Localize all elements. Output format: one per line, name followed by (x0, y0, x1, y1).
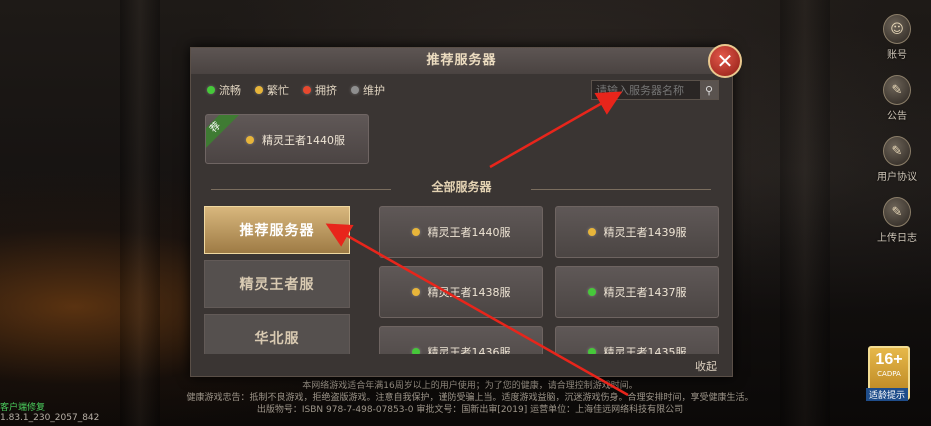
status-legend: 流畅 繁忙 拥挤 维护 (207, 82, 385, 98)
server-item[interactable]: 精灵王者1438服 (379, 266, 543, 318)
agreement-icon: ✎ (883, 136, 911, 166)
status-dot-maintenance (351, 86, 359, 94)
status-dot-smooth (587, 288, 596, 296)
server-group-tabs: 推荐服务器 精灵王者服 华北服 (191, 206, 361, 354)
tab-north-china-servers[interactable]: 华北服 (204, 314, 350, 354)
legend-label: 拥挤 (315, 84, 337, 97)
upload-log-icon: ✎ (883, 197, 911, 227)
server-name: 精灵王者1440服 (262, 134, 345, 147)
recommended-ribbon: 荐 (206, 115, 241, 153)
server-name: 精灵王者1438服 (427, 286, 511, 299)
server-name: 精灵王者1435服 (603, 346, 687, 354)
tab-elf-king-servers[interactable]: 精灵王者服 (204, 260, 350, 308)
server-name: 精灵王者1439服 (603, 226, 687, 239)
status-dot-busy (255, 86, 263, 94)
side-item-notice[interactable]: ✎ 公告 (867, 75, 927, 122)
server-list: 精灵王者1440服 精灵王者1439服 精灵王者1438服 精灵王者1437服 … (377, 206, 727, 354)
tab-recommended-servers[interactable]: 推荐服务器 (204, 206, 350, 254)
side-item-label: 上传日志 (877, 233, 917, 244)
status-dot-crowded (303, 86, 311, 94)
status-dot-busy (246, 136, 254, 144)
status-dot-busy (587, 228, 596, 236)
status-dot-busy (411, 228, 420, 236)
side-item-label: 公告 (887, 111, 907, 122)
age-rating-number: 16+ (875, 351, 903, 368)
notice-icon: ✎ (883, 75, 911, 105)
legend-item: 繁忙 (255, 82, 289, 98)
close-icon[interactable]: ✕ (708, 44, 742, 78)
search-icon[interactable]: ⚲ (700, 81, 718, 99)
side-item-label: 账号 (887, 50, 907, 61)
server-search-input[interactable] (592, 83, 700, 97)
side-item-agreement[interactable]: ✎ 用户协议 (867, 136, 927, 183)
legend-item: 流畅 (207, 82, 241, 98)
server-item[interactable]: 精灵王者1437服 (555, 266, 719, 318)
version-text: 1.83.1_230_2057_842 (0, 413, 100, 423)
dialog-title: 推荐服务器 (191, 48, 732, 74)
collapse-button[interactable]: 收起 (695, 358, 717, 374)
server-name: 精灵王者1437服 (603, 286, 687, 299)
side-item-label: 用户协议 (877, 172, 917, 183)
age-rating-tip[interactable]: 适龄提示 (866, 388, 909, 401)
age-rating-sub: CADPA (877, 370, 901, 378)
server-name: 精灵王者1436服 (427, 346, 511, 354)
status-dot-smooth (411, 348, 420, 354)
legend-item: 拥挤 (303, 82, 337, 98)
status-dot-busy (411, 288, 420, 296)
status-dot-smooth (207, 86, 215, 94)
footer-line: 出版物号：ISBN 978-7-498-07853-0 审批文号：国新出审[20… (256, 405, 684, 415)
server-item[interactable]: 精灵王者1436服 (379, 326, 543, 354)
legend-label: 维护 (363, 84, 385, 97)
side-item-upload-log[interactable]: ✎ 上传日志 (867, 197, 927, 244)
section-title: 全部服务器 (431, 180, 492, 194)
footer-line: 本网络游戏适合年满16周岁以上的用户使用；为了您的健康，请合理控制游戏时间。 (302, 381, 638, 391)
account-icon: ☺ (883, 14, 911, 44)
divider (531, 189, 711, 190)
side-item-account[interactable]: ☺ 账号 (867, 14, 927, 61)
server-name: 精灵王者1440服 (427, 226, 511, 239)
background-pillar (780, 0, 830, 426)
repair-link[interactable]: 客户端修复 (0, 400, 45, 413)
side-menu: ☺ 账号 ✎ 公告 ✎ 用户协议 ✎ 上传日志 (867, 14, 927, 258)
server-item[interactable]: 精灵王者1440服 (379, 206, 543, 258)
recommended-server-card[interactable]: 荐 精灵王者1440服 (205, 114, 369, 164)
server-select-dialog: 推荐服务器 流畅 繁忙 拥挤 维护 ⚲ 荐 精灵王者1440服 全部服务器 推荐… (190, 47, 733, 377)
legend-label: 流畅 (219, 84, 241, 97)
server-item[interactable]: 精灵王者1439服 (555, 206, 719, 258)
status-dot-smooth (587, 348, 596, 354)
footer-line: 健康游戏忠告：抵制不良游戏，拒绝盗版游戏。注意自我保护，谨防受骗上当。适度游戏益… (186, 393, 754, 403)
legend-item: 维护 (351, 82, 385, 98)
search-box: ⚲ (591, 80, 719, 100)
background-pillar (120, 0, 160, 426)
legend-label: 繁忙 (267, 84, 289, 97)
server-item[interactable]: 精灵王者1435服 (555, 326, 719, 354)
